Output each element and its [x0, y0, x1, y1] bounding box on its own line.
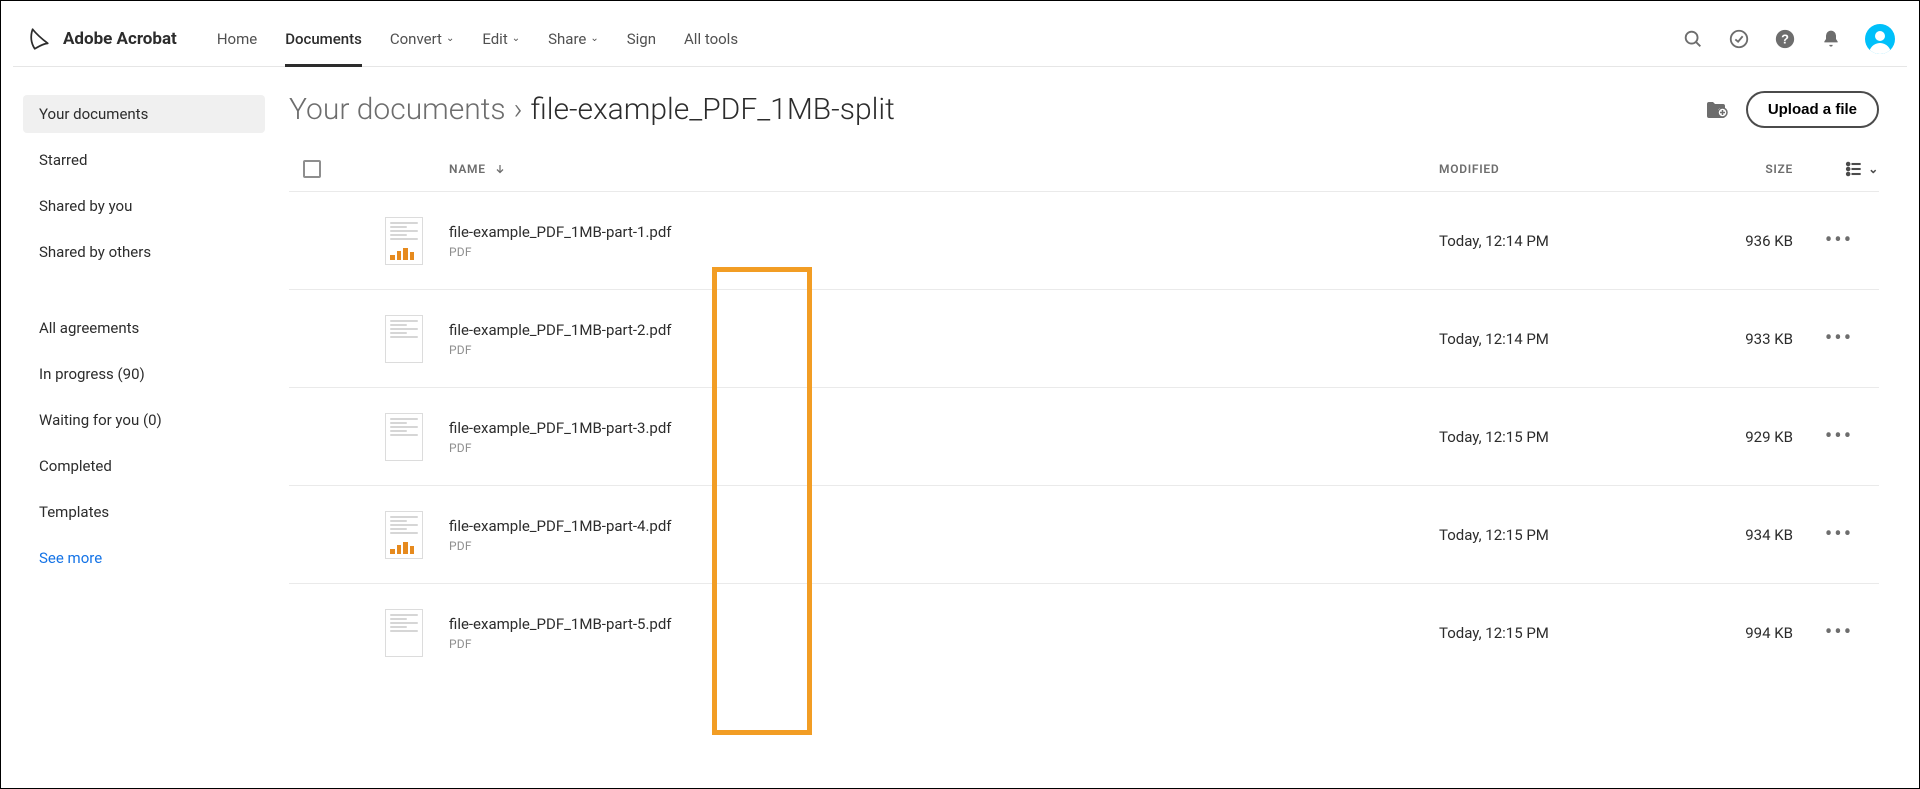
file-type: PDF: [449, 343, 1439, 357]
column-name[interactable]: NAME: [449, 162, 1439, 176]
content: Your documents › file-example_PDF_1MB-sp…: [265, 67, 1907, 788]
chevron-down-icon: ⌄: [590, 33, 598, 44]
nav-convert[interactable]: Convert⌄: [390, 11, 454, 66]
file-table: NAME MODIFIED SIZE ⌄ file-example_PDF_1M…: [289, 146, 1879, 681]
file-thumbnail: [385, 315, 423, 363]
file-thumbnail: [385, 511, 423, 559]
file-size: 933 KB: [1669, 330, 1799, 348]
chevron-down-icon: ⌄: [446, 33, 454, 44]
search-icon[interactable]: [1681, 27, 1705, 51]
file-type: PDF: [449, 539, 1439, 553]
nav-items: Home Documents Convert⌄ Edit⌄ Share⌄ Sig…: [217, 11, 738, 66]
sidebar-item-waiting-for-you[interactable]: Waiting for you (0): [23, 401, 265, 439]
row-more-icon[interactable]: •••: [1799, 424, 1879, 449]
upload-button[interactable]: Upload a file: [1746, 91, 1879, 128]
nav-sign[interactable]: Sign: [627, 11, 656, 66]
brand-name: Adobe Acrobat: [63, 29, 177, 49]
acrobat-logo-icon: [25, 26, 51, 52]
sidebar-item-your-documents[interactable]: Your documents: [23, 95, 265, 133]
sidebar-group-docs: Your documents Starred Shared by you Sha…: [23, 95, 265, 271]
nav-alltools[interactable]: All tools: [684, 11, 738, 66]
file-name: file-example_PDF_1MB-part-3.pdf: [449, 419, 1439, 437]
sidebar-item-completed[interactable]: Completed: [23, 447, 265, 485]
chevron-down-icon: ⌄: [1868, 162, 1879, 176]
sidebar-item-templates[interactable]: Templates: [23, 493, 265, 531]
sort-arrow-down-icon: [494, 163, 506, 175]
sidebar-item-all-agreements[interactable]: All agreements: [23, 309, 265, 347]
file-modified: Today, 12:15 PM: [1439, 624, 1669, 642]
help-icon[interactable]: ?: [1773, 27, 1797, 51]
checkmark-circle-icon[interactable]: [1727, 27, 1751, 51]
file-modified: Today, 12:15 PM: [1439, 526, 1669, 544]
sidebar-item-shared-by-others[interactable]: Shared by others: [23, 233, 265, 271]
file-name: file-example_PDF_1MB-part-2.pdf: [449, 321, 1439, 339]
table-row[interactable]: file-example_PDF_1MB-part-2.pdf PDFToday,…: [289, 289, 1879, 387]
breadcrumb-current: file-example_PDF_1MB-split: [531, 92, 895, 127]
content-header: Your documents › file-example_PDF_1MB-sp…: [289, 91, 1879, 128]
view-options[interactable]: ⌄: [1799, 159, 1879, 179]
file-size: 936 KB: [1669, 232, 1799, 250]
sidebar-item-shared-by-you[interactable]: Shared by you: [23, 187, 265, 225]
table-row[interactable]: file-example_PDF_1MB-part-5.pdf PDFToday,…: [289, 583, 1879, 681]
row-more-icon[interactable]: •••: [1799, 522, 1879, 547]
file-type: PDF: [449, 245, 1439, 259]
file-name: file-example_PDF_1MB-part-1.pdf: [449, 223, 1439, 241]
nav-documents[interactable]: Documents: [285, 11, 362, 66]
file-name: file-example_PDF_1MB-part-4.pdf: [449, 517, 1439, 535]
list-view-icon: [1844, 159, 1864, 179]
file-size: 934 KB: [1669, 526, 1799, 544]
file-size: 929 KB: [1669, 428, 1799, 446]
file-type: PDF: [449, 441, 1439, 455]
nav-edit[interactable]: Edit⌄: [482, 11, 520, 66]
file-thumbnail: [385, 609, 423, 657]
nav-share[interactable]: Share⌄: [548, 11, 599, 66]
file-name: file-example_PDF_1MB-part-5.pdf: [449, 615, 1439, 633]
file-size: 994 KB: [1669, 624, 1799, 642]
bell-icon[interactable]: [1819, 27, 1843, 51]
table-header: NAME MODIFIED SIZE ⌄: [289, 147, 1879, 191]
sidebar-group-agreements: All agreements In progress (90) Waiting …: [23, 309, 265, 577]
table-row[interactable]: file-example_PDF_1MB-part-3.pdf PDFToday,…: [289, 387, 1879, 485]
sidebar-item-see-more[interactable]: See more: [23, 539, 265, 577]
file-modified: Today, 12:14 PM: [1439, 330, 1669, 348]
row-more-icon[interactable]: •••: [1799, 228, 1879, 253]
sidebar: Your documents Starred Shared by you Sha…: [13, 67, 265, 788]
table-row[interactable]: file-example_PDF_1MB-part-4.pdf PDFToday,…: [289, 485, 1879, 583]
breadcrumb-root[interactable]: Your documents: [289, 92, 506, 127]
file-modified: Today, 12:14 PM: [1439, 232, 1669, 250]
topbar: Adobe Acrobat Home Documents Convert⌄ Ed…: [13, 11, 1907, 67]
file-thumbnail: [385, 217, 423, 265]
file-thumbnail: [385, 413, 423, 461]
file-type: PDF: [449, 637, 1439, 651]
chevron-down-icon: ⌄: [512, 33, 520, 44]
sidebar-item-in-progress[interactable]: In progress (90): [23, 355, 265, 393]
row-more-icon[interactable]: •••: [1799, 620, 1879, 645]
breadcrumb-sep: ›: [514, 92, 523, 127]
add-folder-icon[interactable]: [1704, 98, 1728, 122]
file-modified: Today, 12:15 PM: [1439, 428, 1669, 446]
row-more-icon[interactable]: •••: [1799, 326, 1879, 351]
brand: Adobe Acrobat: [25, 26, 177, 52]
select-all-checkbox[interactable]: [303, 160, 321, 178]
column-size[interactable]: SIZE: [1669, 162, 1799, 176]
breadcrumb: Your documents › file-example_PDF_1MB-sp…: [289, 92, 895, 127]
svg-text:?: ?: [1781, 31, 1789, 46]
nav-home[interactable]: Home: [217, 11, 257, 66]
avatar[interactable]: [1865, 24, 1895, 54]
topbar-right: ?: [1681, 24, 1895, 54]
sidebar-item-starred[interactable]: Starred: [23, 141, 265, 179]
column-modified[interactable]: MODIFIED: [1439, 162, 1669, 176]
table-row[interactable]: file-example_PDF_1MB-part-1.pdf PDFToday,…: [289, 191, 1879, 289]
